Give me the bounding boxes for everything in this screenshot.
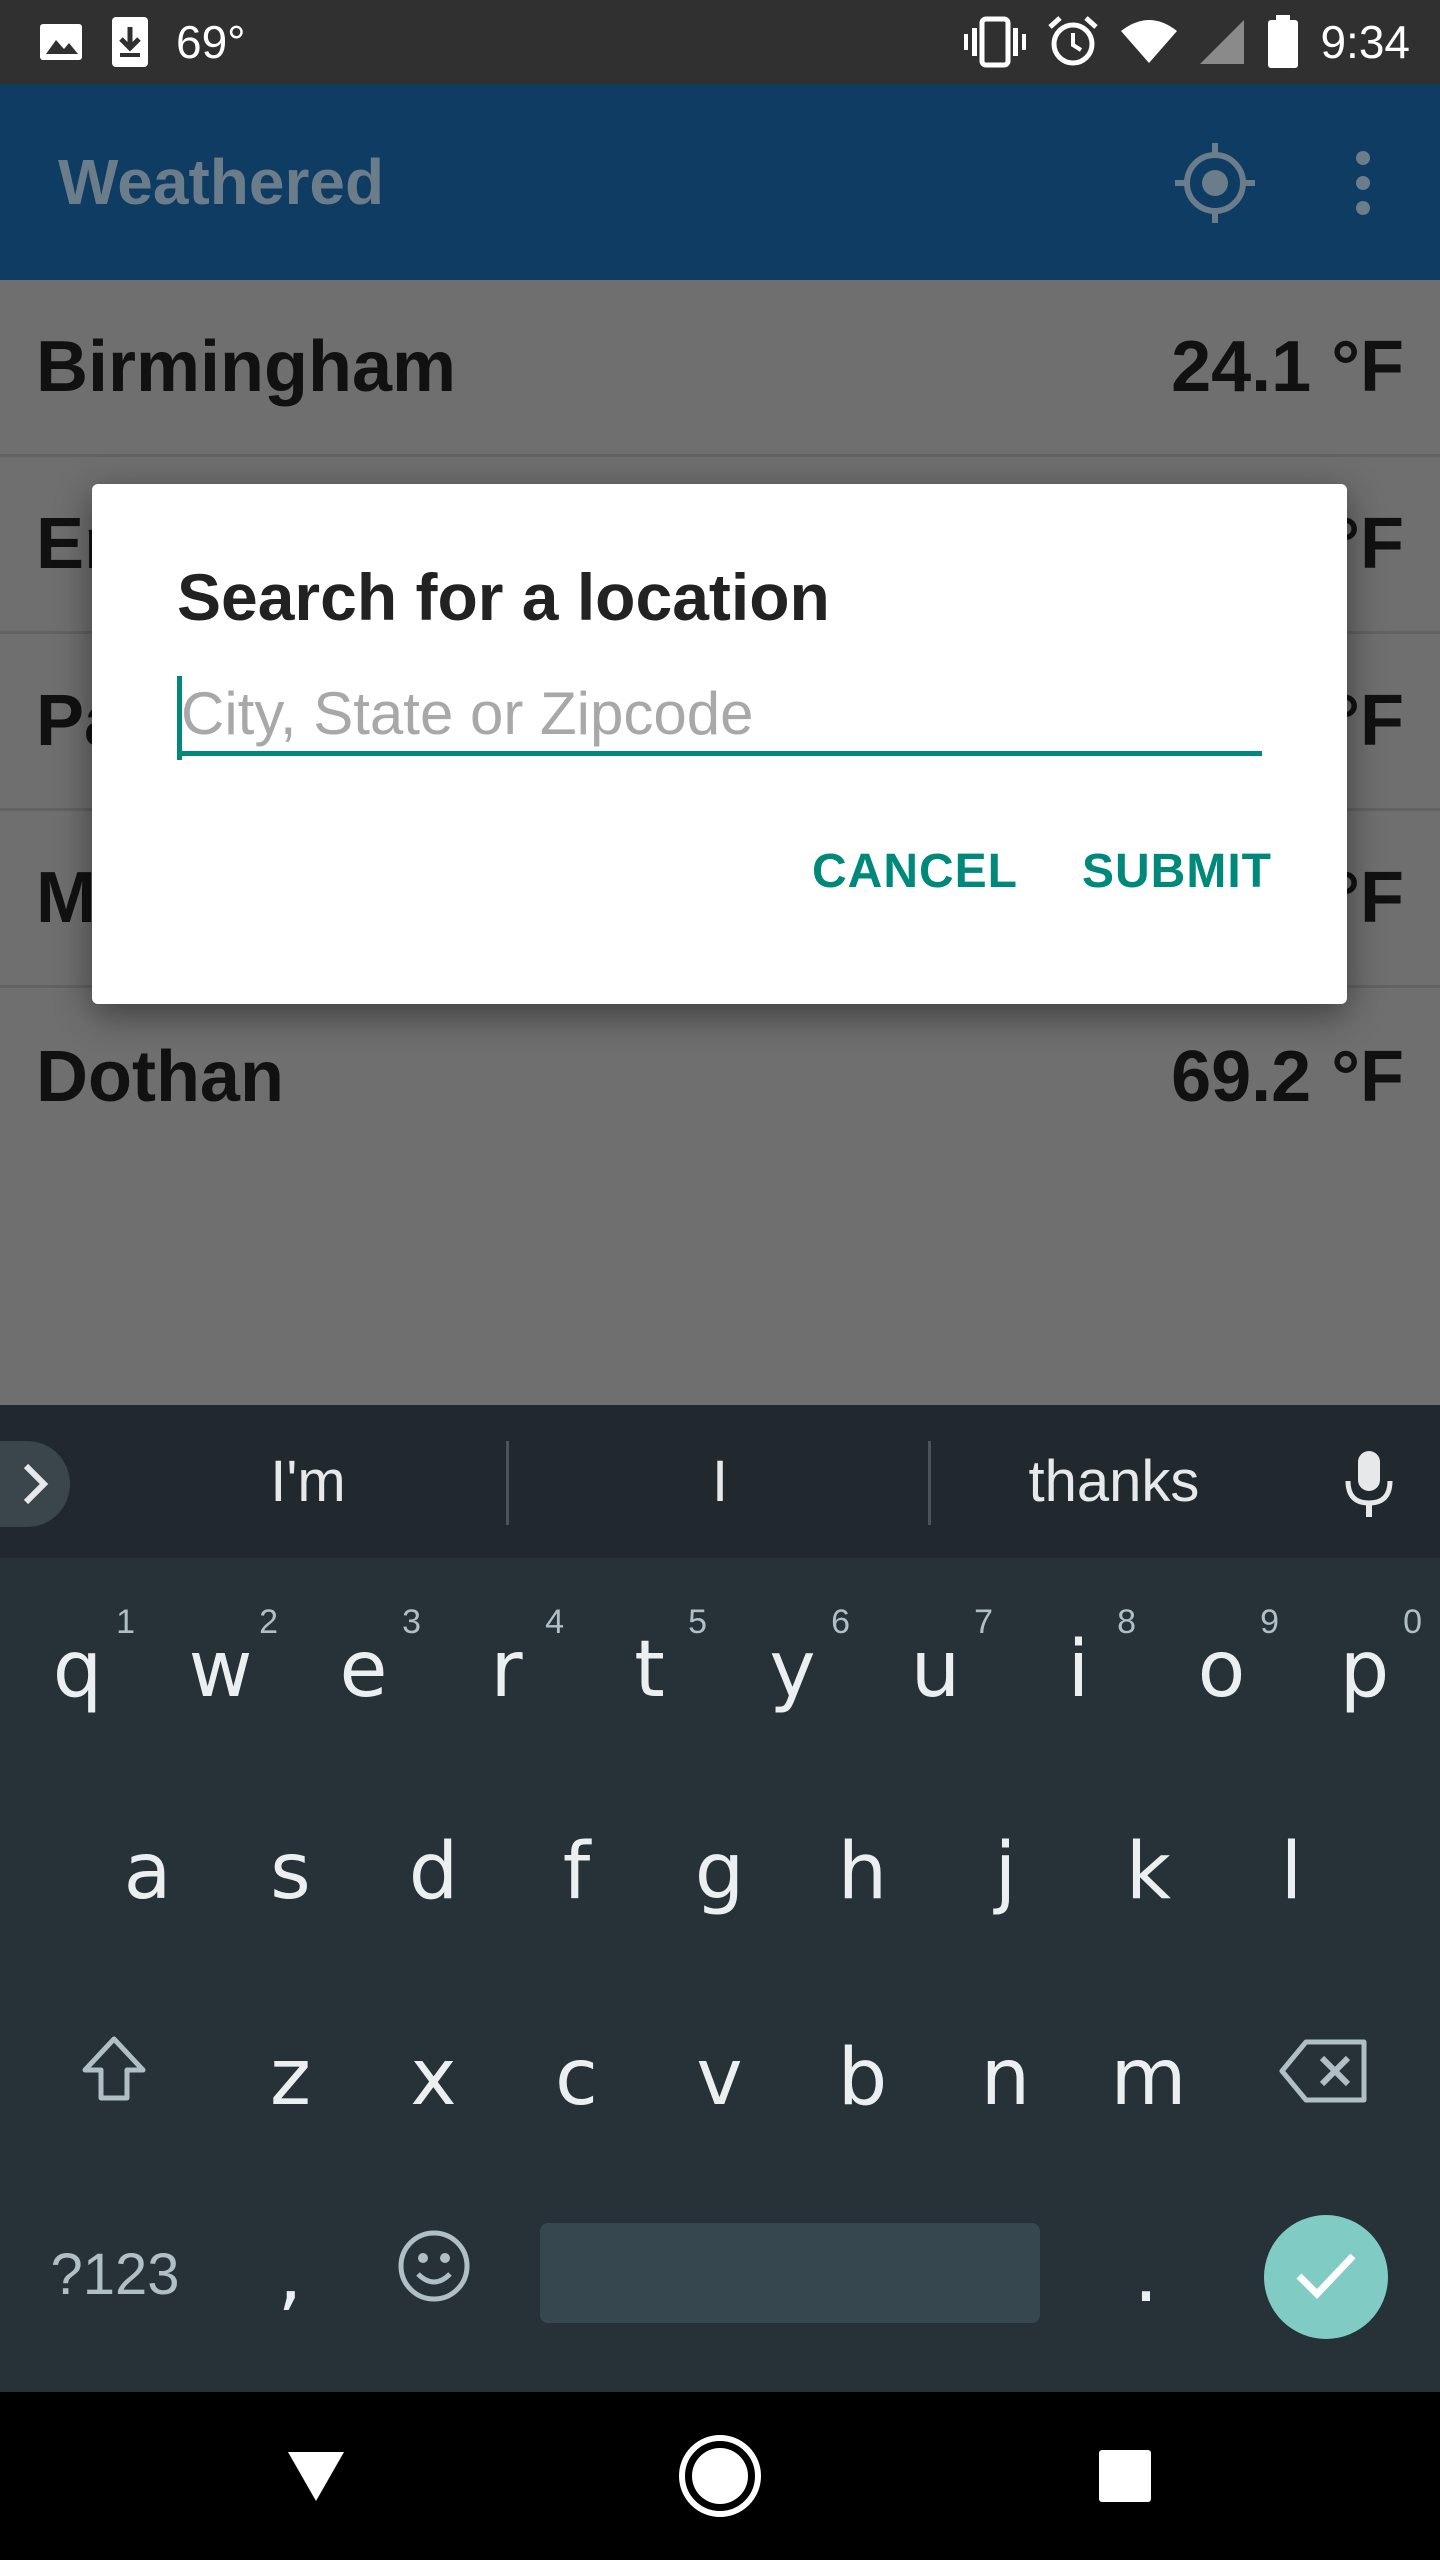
suggestion-3[interactable]: thanks [932,1405,1296,1558]
suggestion-1[interactable]: I'm [108,1405,508,1558]
status-temperature: 69° [176,16,246,68]
key-y[interactable]: y6 [721,1595,864,1745]
app-bar: Weathered [0,84,1440,280]
key-m[interactable]: m [1077,2003,1220,2153]
microphone-icon[interactable] [1334,1447,1404,1523]
submit-button[interactable]: SUBMIT [1082,844,1272,899]
key-n[interactable]: n [934,2003,1077,2153]
key-x[interactable]: x [362,2003,505,2153]
battery-icon [1266,14,1300,70]
key-g[interactable]: g [648,1797,791,1947]
location-city: Dothan [36,1036,284,1117]
shift-key[interactable] [40,2003,188,2153]
home-icon[interactable] [670,2426,770,2526]
key-d[interactable]: d [362,1797,505,1947]
list-item[interactable]: Birmingham 24.1 °F [0,280,1440,457]
emoji-icon [396,2228,472,2323]
cell-signal-icon [1198,18,1246,66]
key-h[interactable]: h [791,1797,934,1947]
app-title: Weathered [58,146,385,218]
suggestion-2[interactable]: I [510,1405,930,1558]
navigation-bar [0,2392,1440,2560]
key-u[interactable]: u7 [864,1595,1007,1745]
key-f[interactable]: f [505,1797,648,1947]
status-bar: 69° 9:34 [0,0,1440,84]
back-icon[interactable] [266,2426,366,2526]
backspace-key[interactable] [1250,2003,1398,2153]
key-z[interactable]: z [219,2003,362,2153]
location-temperature: 69.2 °F [1171,1036,1404,1117]
download-icon [110,15,150,69]
key-w[interactable]: w2 [149,1595,292,1745]
key-a[interactable]: a [76,1797,219,1947]
location-city: Birmingham [36,327,457,407]
wifi-icon [1120,19,1178,65]
image-icon [38,22,84,62]
key-s[interactable]: s [219,1797,362,1947]
dialog-title: Search for a location [177,560,830,634]
key-p[interactable]: p0 [1293,1595,1436,1745]
location-search-input[interactable] [177,676,1262,751]
list-item[interactable]: Dothan 69.2 °F [0,988,1440,1165]
overflow-menu-icon[interactable] [1318,138,1408,228]
checkmark-icon [1294,2250,1358,2305]
status-bar-right: 9:34 [964,0,1410,84]
suggestion-divider [506,1441,509,1525]
status-bar-left: 69° [38,0,246,84]
recents-icon[interactable] [1075,2426,1175,2526]
key-l[interactable]: l [1220,1797,1363,1947]
key-c[interactable]: c [505,2003,648,2153]
key-k[interactable]: k [1077,1797,1220,1947]
key-e[interactable]: e3 [292,1595,435,1745]
key-r[interactable]: r4 [435,1595,578,1745]
key-i[interactable]: i8 [1007,1595,1150,1745]
key-o[interactable]: o9 [1150,1595,1293,1745]
status-time: 9:34 [1320,16,1410,68]
key-b[interactable]: b [791,2003,934,2153]
search-dialog: Search for a location CANCEL SUBMIT [92,484,1347,1004]
comma-key[interactable]: , [220,2205,360,2345]
location-city: M [36,858,96,938]
alarm-icon [1046,15,1100,69]
emoji-key[interactable] [364,2205,504,2345]
key-t[interactable]: t5 [578,1595,721,1745]
enter-key[interactable] [1264,2215,1388,2339]
text-cursor [177,676,182,760]
location-target-icon[interactable] [1170,138,1260,228]
chevron-right-icon[interactable] [0,1441,70,1527]
vibrate-icon [964,16,1027,68]
location-temperature: 24.1 °F [1171,327,1404,407]
key-v[interactable]: v [648,2003,791,2153]
suggestion-divider [928,1441,931,1525]
period-key[interactable]: . [1076,2205,1216,2345]
spacebar[interactable] [540,2223,1040,2323]
key-j[interactable]: j [934,1797,1077,1947]
key-q[interactable]: q1 [6,1595,149,1745]
location-search-field [177,676,1262,760]
backspace-icon [1278,2033,1370,2123]
cancel-button[interactable]: CANCEL [812,844,1018,899]
shift-icon [79,2033,149,2123]
symbols-key[interactable]: ?123 [20,2205,210,2345]
suggestion-strip: I'm I thanks [0,1405,1440,1558]
soft-keyboard: I'm I thanks q1 w2 e3 r4 t5 y6 u7 i8 o9 … [0,1405,1440,2392]
